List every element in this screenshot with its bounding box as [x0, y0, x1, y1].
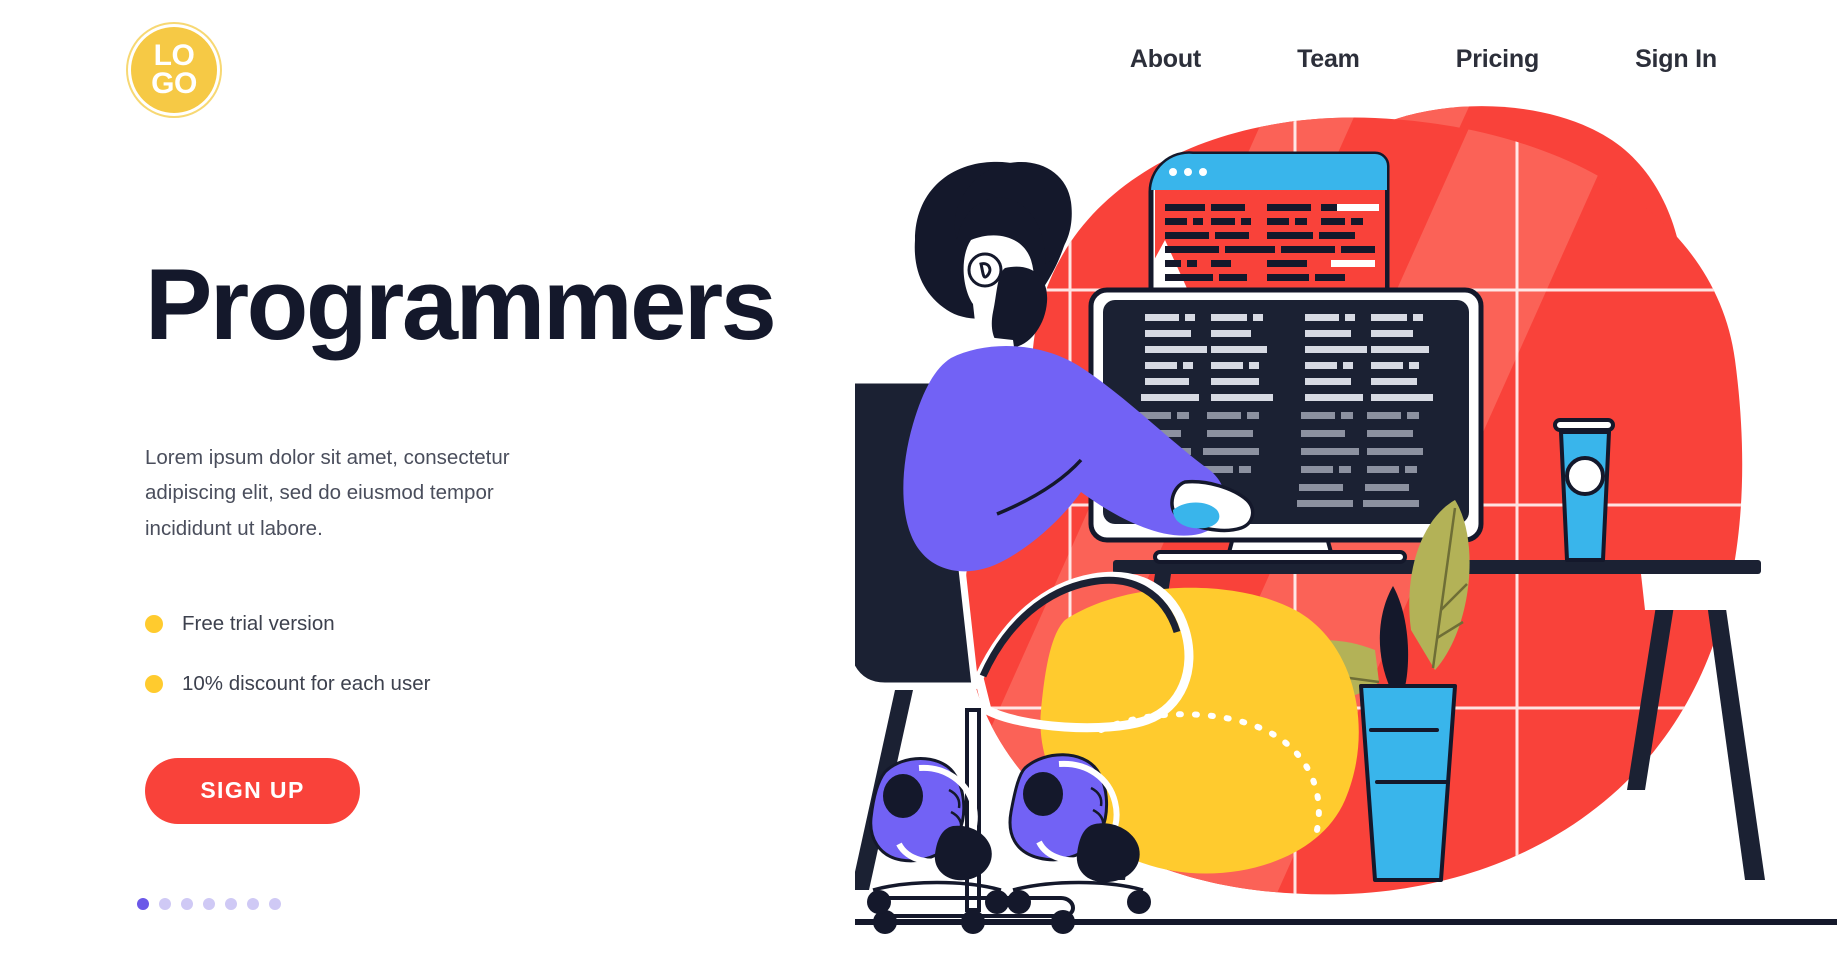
- nav-link-team[interactable]: Team: [1297, 45, 1360, 74]
- carousel-dot-3[interactable]: [181, 898, 193, 910]
- hero-content: Programmers Lorem ipsum dolor sit amet, …: [145, 255, 825, 824]
- sign-up-button[interactable]: SIGN UP: [145, 757, 360, 824]
- carousel-dot-6[interactable]: [247, 898, 259, 910]
- bullet-dot-icon: [145, 614, 163, 633]
- feature-label: 10% discount for each user: [182, 671, 431, 695]
- programmer-at-desk-illustration: [855, 90, 1837, 980]
- nav-link-about[interactable]: About: [1130, 45, 1201, 74]
- window-control-dots: [1169, 168, 1207, 176]
- logo-line-1: LO: [153, 39, 195, 73]
- carousel-dot-5[interactable]: [225, 898, 237, 910]
- list-item: 10% discount for each user: [145, 672, 825, 696]
- list-item: Free trial version: [145, 612, 825, 636]
- feature-label: Free trial version: [182, 611, 335, 635]
- logo-line-2: GO: [151, 67, 197, 100]
- page-title: Programmers: [145, 249, 777, 361]
- logo-badge[interactable]: LO GO: [131, 27, 217, 113]
- main-navigation: About Team Pricing Sign In: [1130, 45, 1717, 74]
- feature-list: Free trial version 10% discount for each…: [145, 612, 825, 696]
- carousel-pagination: [137, 898, 281, 910]
- nav-link-pricing[interactable]: Pricing: [1456, 45, 1540, 74]
- carousel-dot-7[interactable]: [269, 898, 281, 910]
- carousel-dot-1[interactable]: [137, 898, 149, 910]
- carousel-dot-2[interactable]: [159, 898, 171, 910]
- landing-page: LO GO About Team Pricing Sign In Program…: [0, 0, 1837, 980]
- carousel-dot-4[interactable]: [203, 898, 215, 910]
- nav-link-sign-in[interactable]: Sign In: [1635, 45, 1717, 74]
- bullet-dot-icon: [145, 674, 163, 693]
- hero-description: Lorem ipsum dolor sit amet, consectetur …: [145, 446, 510, 540]
